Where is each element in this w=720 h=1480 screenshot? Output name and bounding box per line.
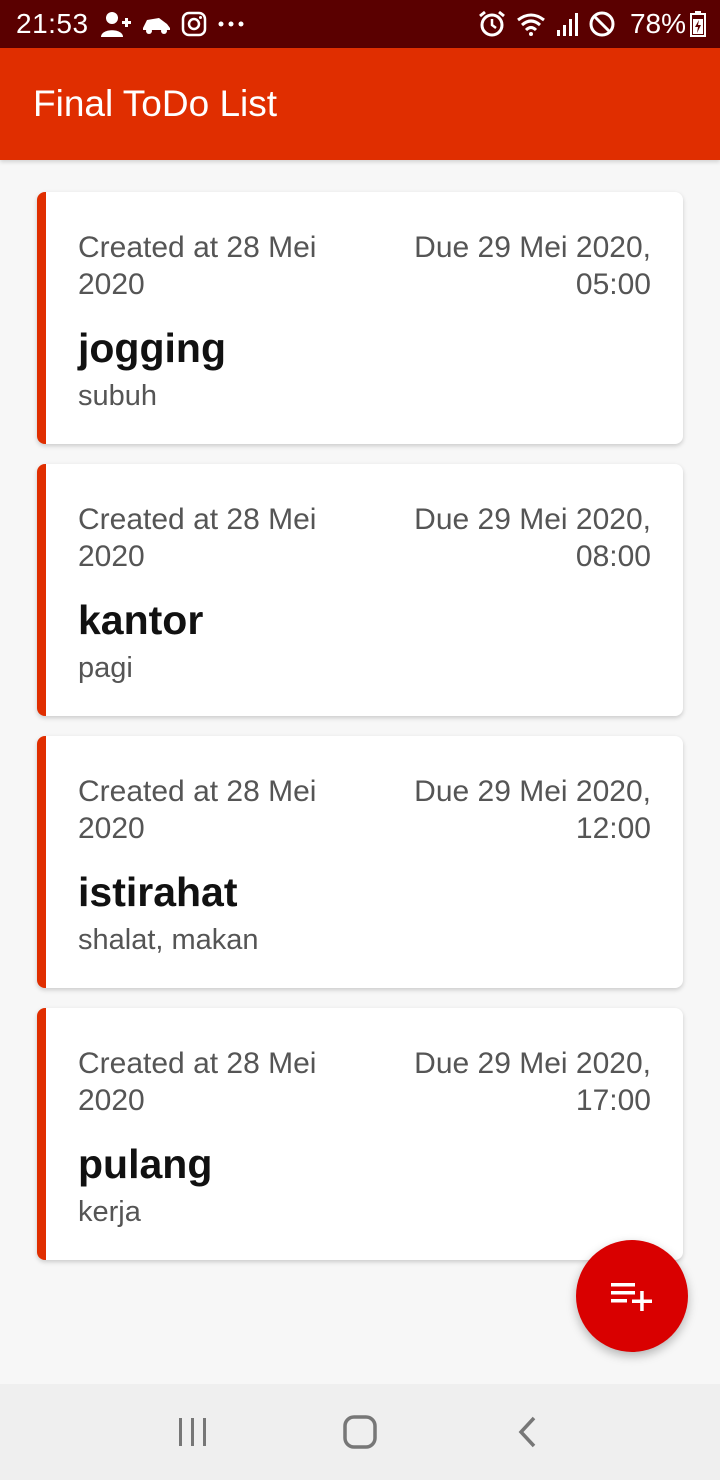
playlist-add-icon (611, 1283, 652, 1311)
card-header: Created at 28 Mei 2020 Due 29 Mei 2020, … (78, 1045, 651, 1119)
card-header: Created at 28 Mei 2020 Due 29 Mei 2020, … (78, 501, 651, 575)
add-person-icon (100, 10, 131, 38)
todo-description: pagi (78, 652, 133, 684)
car-icon (141, 14, 171, 34)
card-header: Created at 28 Mei 2020 Due 29 Mei 2020, … (78, 229, 651, 303)
signal-icon (556, 12, 578, 36)
todo-card[interactable]: Created at 28 Mei 2020 Due 29 Mei 2020, … (37, 1008, 683, 1260)
status-time: 21:53 (16, 8, 89, 39)
todo-title: kantor (78, 597, 204, 643)
status-bar-right: 78% (478, 8, 706, 40)
wifi-icon (516, 12, 546, 36)
todo-description: subuh (78, 380, 158, 412)
more-dots-icon (217, 20, 245, 28)
due-date: Due 29 Mei 2020, 08:00 (414, 503, 651, 573)
todo-card[interactable]: Created at 28 Mei 2020 Due 29 Mei 2020, … (37, 736, 683, 988)
todo-card[interactable]: Created at 28 Mei 2020 Due 29 Mei 2020, … (37, 192, 683, 444)
created-date: Created at 28 Mei 2020 (78, 1047, 317, 1117)
due-date: Due 29 Mei 2020, 17:00 (414, 1047, 651, 1117)
navigation-bar (0, 1384, 720, 1480)
back-button[interactable] (497, 1402, 557, 1462)
alarm-icon (478, 10, 506, 38)
add-todo-button[interactable] (576, 1240, 688, 1352)
status-bar: 21:53 78% (0, 0, 720, 48)
todo-title: pulang (78, 1141, 213, 1187)
created-date: Created at 28 Mei 2020 (78, 231, 317, 301)
created-date: Created at 28 Mei 2020 (78, 503, 317, 573)
instagram-icon (181, 11, 207, 37)
todo-title: jogging (78, 325, 227, 371)
dnd-icon (588, 10, 616, 38)
todo-description: kerja (78, 1196, 141, 1228)
app-title: Final ToDo List (33, 83, 278, 124)
todo-title: istirahat (78, 869, 238, 915)
home-icon (343, 1415, 377, 1449)
todo-list: Created at 28 Mei 2020 Due 29 Mei 2020, … (37, 192, 683, 1280)
back-icon (518, 1416, 535, 1448)
app-bar: Final ToDo List (0, 48, 720, 160)
due-date: Due 29 Mei 2020, 05:00 (414, 231, 651, 301)
due-date: Due 29 Mei 2020, 12:00 (414, 775, 651, 845)
created-date: Created at 28 Mei 2020 (78, 775, 317, 845)
battery-percent: 78% (629, 8, 686, 39)
todo-card[interactable]: Created at 28 Mei 2020 Due 29 Mei 2020, … (37, 464, 683, 716)
recents-icon (179, 1418, 207, 1446)
status-bar-left: 21:53 (16, 8, 255, 40)
card-header: Created at 28 Mei 2020 Due 29 Mei 2020, … (78, 773, 651, 847)
todo-description: shalat, makan (78, 924, 259, 956)
recents-button[interactable] (163, 1402, 223, 1462)
battery-icon (690, 11, 706, 37)
home-button[interactable] (330, 1402, 390, 1462)
